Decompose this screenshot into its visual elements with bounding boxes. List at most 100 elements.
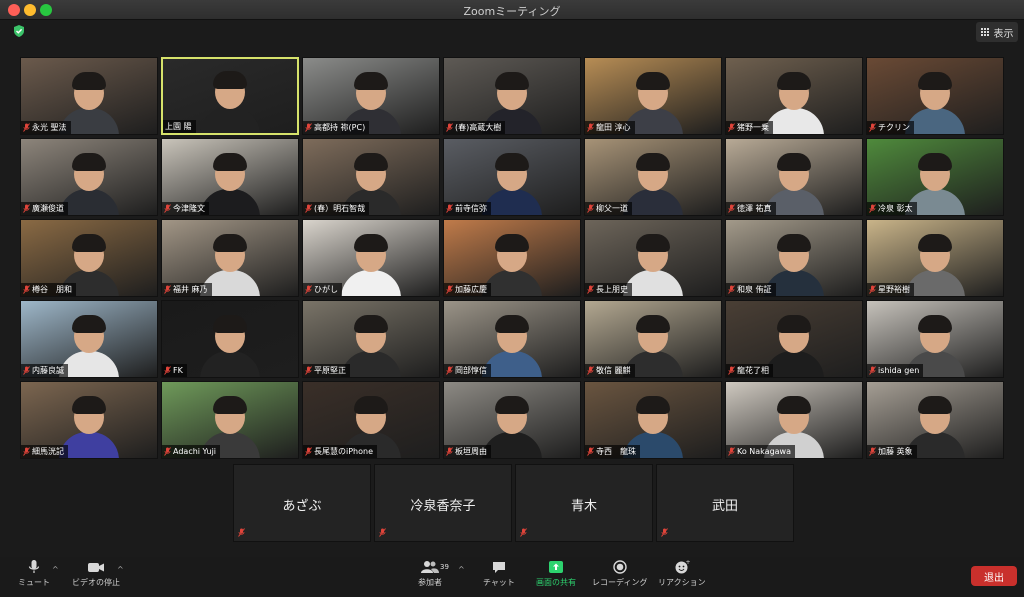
participant-name-tile[interactable]: 冷泉香奈子 bbox=[374, 464, 512, 542]
participant-name-tag: 樽谷 朋和 bbox=[21, 283, 76, 296]
participant-name: 長尾慧のiPhone bbox=[314, 447, 374, 456]
reactions-button[interactable]: + リアクション bbox=[658, 559, 706, 588]
participant-name: (春)高蔵大樹 bbox=[455, 123, 502, 132]
participant-video-tile[interactable]: (春）明石智哉 bbox=[302, 138, 440, 216]
muted-mic-icon bbox=[587, 447, 594, 456]
participant-video-tile[interactable]: 福井 麻乃 bbox=[161, 219, 299, 297]
participant-video-tile[interactable]: ishida gen bbox=[866, 300, 1004, 378]
participant-figure bbox=[623, 153, 683, 215]
participant-name-tile[interactable]: 武田 bbox=[656, 464, 794, 542]
participant-video-tile[interactable]: 岡部惇信 bbox=[443, 300, 581, 378]
participant-video-tile[interactable]: Adachi Yuji bbox=[161, 381, 299, 459]
muted-mic-icon bbox=[305, 366, 312, 375]
participant-name: ishida gen bbox=[878, 366, 920, 375]
participant-video-tile[interactable]: 寺西 龍珠 bbox=[584, 381, 722, 459]
participant-video-tile[interactable]: 猪野一乗 bbox=[725, 57, 863, 135]
participant-name-tag: FK bbox=[162, 364, 187, 377]
security-shield-icon[interactable] bbox=[12, 24, 26, 38]
participant-name-tag: 今津隆文 bbox=[162, 202, 209, 215]
participants-button[interactable]: 参加者 bbox=[418, 559, 442, 588]
participant-video-tile[interactable]: 加藤 英象 bbox=[866, 381, 1004, 459]
participant-name: 上園 陽 bbox=[165, 122, 192, 131]
microphone-icon bbox=[28, 560, 40, 573]
participant-video-tile[interactable]: 柳父一道 bbox=[584, 138, 722, 216]
participant-name: 青木 bbox=[570, 499, 597, 514]
muted-mic-icon bbox=[446, 204, 453, 213]
share-screen-button[interactable]: 画面の共有 bbox=[536, 559, 576, 588]
participant-video-tile[interactable]: 上園 陽 bbox=[161, 57, 299, 135]
participant-video-tile[interactable]: 龍花了相 bbox=[725, 300, 863, 378]
window-title: Zoomミーティング bbox=[463, 5, 561, 18]
participant-name-tag: 冷泉 彰太 bbox=[867, 202, 917, 215]
participant-name: 永光 聖法 bbox=[32, 123, 67, 132]
participants-label: 参加者 bbox=[418, 578, 442, 587]
participant-name-tag: 細馬洸記 bbox=[21, 445, 68, 458]
participant-figure bbox=[341, 234, 401, 296]
participant-video-tile[interactable]: 樽谷 朋和 bbox=[20, 219, 158, 297]
participant-video-tile[interactable]: 和泉 侑証 bbox=[725, 219, 863, 297]
participant-video-tile[interactable]: 今津隆文 bbox=[161, 138, 299, 216]
participant-video-tile[interactable]: 廣瀬俊道 bbox=[20, 138, 158, 216]
participant-video-tile[interactable]: 敬信 麗麒 bbox=[584, 300, 722, 378]
participant-name-tag: チクリン bbox=[867, 121, 914, 134]
participant-video-tile[interactable]: チクリン bbox=[866, 57, 1004, 135]
participant-name-tag: 星野裕樹 bbox=[867, 283, 914, 296]
gallery-grid-icon bbox=[981, 28, 990, 37]
chat-button[interactable]: チャット bbox=[483, 559, 515, 588]
muted-mic-icon bbox=[23, 285, 30, 294]
participant-name-tag: 猪野一乗 bbox=[726, 121, 773, 134]
participant-video-tile[interactable]: 板垣周由 bbox=[443, 381, 581, 459]
participant-video-tile[interactable]: 長上朋史 bbox=[584, 219, 722, 297]
mute-button[interactable]: ミュート bbox=[18, 559, 50, 588]
muted-mic-icon bbox=[305, 447, 312, 456]
participant-video-tile[interactable]: 前寺信弥 bbox=[443, 138, 581, 216]
participant-video-tile[interactable]: 長尾慧のiPhone bbox=[302, 381, 440, 459]
participant-video-tile[interactable]: 高都持 祢(PC) bbox=[302, 57, 440, 135]
participant-video-tile[interactable]: 内藤良誠 bbox=[20, 300, 158, 378]
participant-video-tile[interactable]: 平原堅正 bbox=[302, 300, 440, 378]
participant-video-tile[interactable]: 加藤広慶 bbox=[443, 219, 581, 297]
participant-video-tile[interactable]: 星野裕樹 bbox=[866, 219, 1004, 297]
muted-mic-icon bbox=[23, 204, 30, 213]
participant-video-tile[interactable]: 永光 聖法 bbox=[20, 57, 158, 135]
participant-figure bbox=[623, 234, 683, 296]
participant-video-tile[interactable]: FK bbox=[161, 300, 299, 378]
muted-mic-icon bbox=[869, 447, 876, 456]
muted-mic-icon bbox=[164, 204, 171, 213]
participant-video-tile[interactable]: (春)高蔵大樹 bbox=[443, 57, 581, 135]
participant-name-tile[interactable]: 青木 bbox=[515, 464, 653, 542]
participant-video-tile[interactable]: 冷泉 彰太 bbox=[866, 138, 1004, 216]
participant-video-tile[interactable]: Ko Nakagawa bbox=[725, 381, 863, 459]
stop-video-button[interactable]: ビデオの停止 bbox=[72, 559, 120, 588]
participant-name: 星野裕樹 bbox=[878, 285, 910, 294]
meeting-toolbar: ミュート ^ ビデオの停止 ^ 参加者 39 ^ チャット 画面の共有 レコーデ… bbox=[0, 557, 1024, 597]
video-options-caret[interactable]: ^ bbox=[117, 565, 124, 574]
participant-figure bbox=[482, 315, 542, 377]
participant-figure bbox=[200, 71, 260, 133]
audio-options-caret[interactable]: ^ bbox=[52, 565, 59, 574]
view-button[interactable]: 表示 bbox=[976, 22, 1018, 42]
leave-meeting-button[interactable]: 退出 bbox=[971, 566, 1017, 586]
participant-video-tile[interactable]: ひがし bbox=[302, 219, 440, 297]
participant-figure bbox=[341, 315, 401, 377]
participant-video-tile[interactable]: 龍田 淳心 bbox=[584, 57, 722, 135]
participant-name: 加藤 英象 bbox=[878, 447, 913, 456]
participant-video-tile[interactable]: 細馬洸記 bbox=[20, 381, 158, 459]
participants-options-caret[interactable]: ^ bbox=[458, 565, 465, 574]
participants-count: 39 bbox=[440, 563, 449, 571]
muted-mic-icon bbox=[869, 204, 876, 213]
view-button-label: 表示 bbox=[993, 28, 1014, 40]
participant-figure bbox=[59, 396, 119, 458]
participant-video-tile[interactable]: 徳澤 祐真 bbox=[725, 138, 863, 216]
participant-name: 柳父一道 bbox=[596, 204, 628, 213]
muted-mic-icon bbox=[728, 123, 735, 132]
participant-name-tag: 岡部惇信 bbox=[444, 364, 491, 377]
participant-name: あざぶ bbox=[282, 499, 322, 514]
muted-mic-icon bbox=[728, 447, 735, 456]
participant-name-tag: 内藤良誠 bbox=[21, 364, 68, 377]
video-camera-icon bbox=[88, 563, 104, 572]
participant-name-tile[interactable]: あざぶ bbox=[233, 464, 371, 542]
record-label: レコーディング bbox=[592, 578, 648, 587]
participant-name-tag: 龍田 淳心 bbox=[585, 121, 635, 134]
record-button[interactable]: レコーディング bbox=[592, 559, 647, 588]
